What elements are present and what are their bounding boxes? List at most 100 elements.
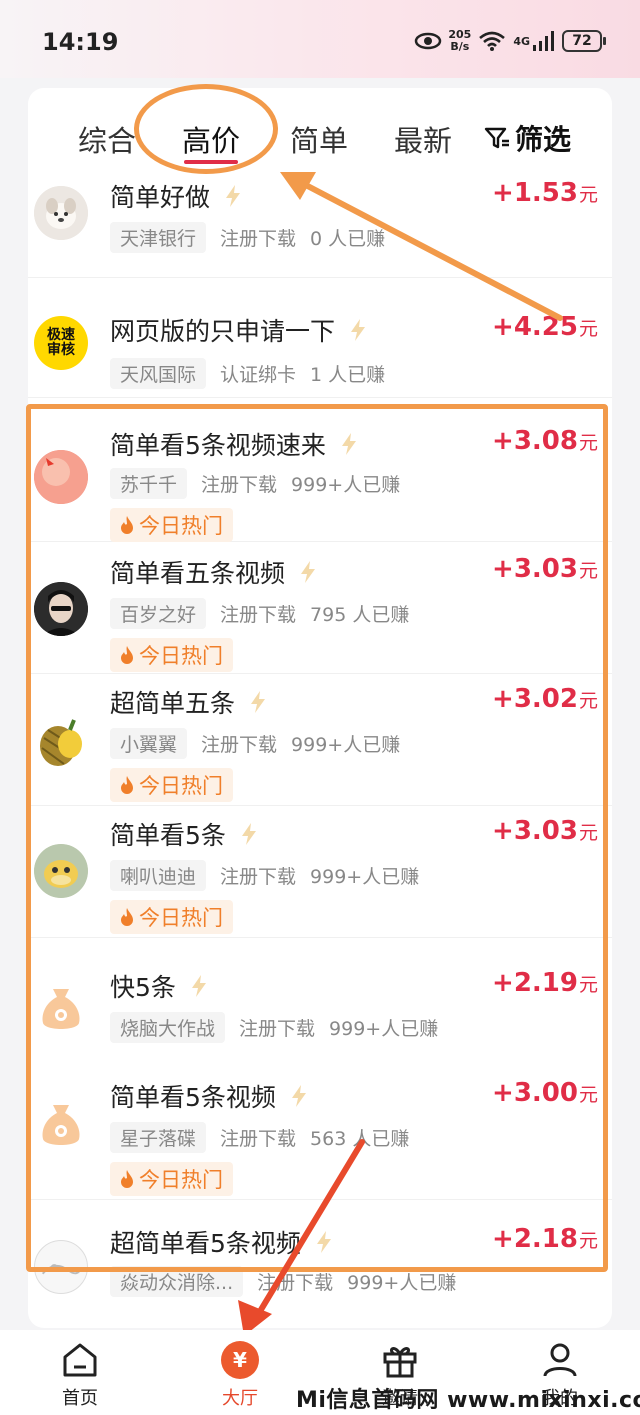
task-meta: 小翼翼 注册下载 999+人已赚 [110,728,400,759]
price-value: +2.18 [492,1224,578,1254]
gift-icon [380,1340,420,1380]
task-row[interactable]: 简单看5条视频速来 苏千千 注册下载 999+人已赚 今日热门 +3.08元 [28,418,612,542]
task-row[interactable]: 简单看5条视频 星子落碟 注册下载 563 人已赚 今日热门 +3.00元 [28,1048,612,1200]
profile-icon [540,1340,580,1380]
bolt-icon [241,823,256,845]
flame-icon [121,516,133,534]
task-row[interactable]: 简单好做 天津银行 注册下载 0 人已赚 +1.53元 [28,178,612,278]
nav-label: 首页 [62,1388,98,1409]
flame-icon [121,1170,133,1188]
task-title-text: 网页版的只申请一下 [110,317,336,346]
task-row[interactable]: 超简单看5条视频 焱动众消除... 注册下载 999+人已赚 +2.18元 [28,1200,612,1310]
tab-simple[interactable]: 简单 [290,118,348,160]
task-title-text: 简单好做 [110,183,211,212]
source-chip: 星子落碟 [110,1122,207,1153]
status-time: 14:19 [42,28,119,56]
tab-overall[interactable]: 综合 [78,118,136,160]
nav-home[interactable]: 首页 [40,1340,120,1410]
task-action: 注册下载 [257,1272,334,1294]
source-chip: 小翼翼 [110,728,188,759]
price-value: +2.19 [492,968,578,998]
active-tab-indicator [184,160,238,164]
bolt-icon [351,319,366,341]
tab-high-price[interactable]: 高价 [182,118,240,160]
status-bar: 14:19 205 B/s 4G 72 [0,0,640,78]
task-title: 快5条 [110,968,208,1004]
hot-badge: 今日热门 [110,768,233,802]
hot-label: 今日热门 [139,1168,223,1192]
price-value: +3.00 [492,1078,578,1108]
task-row[interactable]: 简单看五条视频 百岁之好 注册下载 795 人已赚 今日热门 +3.03元 [28,542,612,674]
peach-avatar [34,450,88,504]
dog-photo-avatar [34,186,88,240]
wifi-icon [479,31,506,51]
price-unit: 元 [578,318,598,340]
filter-icon [484,127,509,149]
task-price: +4.25元 [492,312,598,342]
flame-icon [121,646,133,664]
bolt-icon [291,1085,306,1107]
task-meta: 烧脑大作战 注册下载 999+人已赚 [110,1012,438,1043]
watermark: Mi信息首码网 www.mixinxi.com [296,1388,640,1413]
yen-hall-icon: ¥ [220,1340,260,1380]
bolt-icon [226,185,241,207]
price-value: +3.02 [492,684,578,714]
task-price: +3.02元 [492,684,598,714]
filter-label: 筛选 [515,123,572,156]
nav-hall[interactable]: ¥ 大厅 [200,1340,280,1410]
price-unit: 元 [578,560,598,582]
source-chip: 天风国际 [110,358,207,389]
flame-icon [121,776,133,794]
task-title-text: 超简单五条 [110,689,236,718]
tab-latest[interactable]: 最新 [394,118,452,160]
bolt-icon [341,433,356,455]
earned-count: 999+人已赚 [291,734,401,756]
task-meta: 星子落碟 注册下载 563 人已赚 [110,1122,409,1153]
task-row[interactable]: 超简单五条 小翼翼 注册下载 999+人已赚 今日热门 +3.02元 [28,674,612,806]
price-value: +3.03 [492,554,578,584]
earned-count: 999+人已赚 [310,866,420,888]
task-row[interactable]: 极速 审核 网页版的只申请一下 天风国际 认证绑卡 1 人已赚 +4.25元 [28,278,612,398]
task-meta: 焱动众消除... 注册下载 999+人已赚 [110,1266,456,1297]
task-action: 注册下载 [220,866,297,888]
fast-review-logo: 极速 审核 [34,316,88,370]
duck-avatar [34,844,88,898]
task-price: +3.08元 [492,426,598,456]
price-unit: 元 [578,1230,598,1252]
hot-badge: 今日热门 [110,638,233,672]
filter-button[interactable]: 筛选 [483,118,571,158]
price-value: +4.25 [492,312,578,342]
status-icons: 205 B/s 4G 72 [414,26,606,56]
hot-badge: 今日热门 [110,1162,233,1196]
sketch-avatar [34,1240,88,1294]
task-title: 简单看五条视频 [110,554,317,590]
hot-label: 今日热门 [139,644,223,668]
task-price: +2.19元 [492,968,598,998]
money-bag-icon [34,1098,88,1152]
price-unit: 元 [578,184,598,206]
task-title: 简单看5条 [110,816,258,852]
task-meta: 苏千千 注册下载 999+人已赚 [110,468,400,499]
task-title: 简单看5条视频 [110,1078,308,1114]
price-unit: 元 [578,1084,598,1106]
hot-label: 今日热门 [139,514,223,538]
hot-label: 今日热门 [139,906,223,930]
battery-icon: 72 [562,30,606,52]
task-title-text: 快5条 [110,973,176,1002]
task-row[interactable]: 简单看5条 喇叭迪迪 注册下载 999+人已赚 今日热门 +3.03元 [28,806,612,938]
task-action: 注册下载 [220,1128,297,1150]
durian-avatar [34,716,88,770]
task-row[interactable]: 快5条 烧脑大作战 注册下载 999+人已赚 +2.19元 [28,938,612,1048]
network-type: 4G [513,34,530,48]
price-unit: 元 [578,432,598,454]
source-chip: 焱动众消除... [110,1266,244,1297]
task-title: 超简单看5条视频 [110,1224,333,1260]
task-title: 简单看5条视频速来 [110,426,358,462]
net-speed-unit: B/s [450,40,470,53]
bolt-icon [301,561,316,583]
price-unit: 元 [578,690,598,712]
earned-count: 563 人已赚 [310,1128,410,1150]
signal-icon [533,31,554,51]
task-meta: 天风国际 认证绑卡 1 人已赚 [110,358,385,389]
hot-label: 今日热门 [139,774,223,798]
